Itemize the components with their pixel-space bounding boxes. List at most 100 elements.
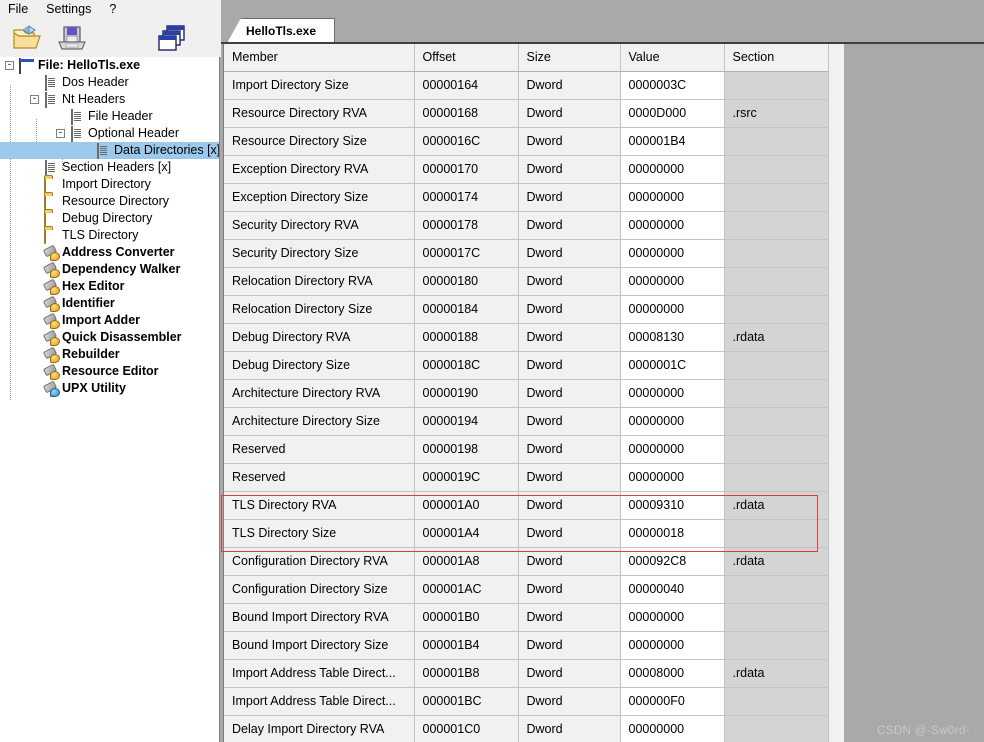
open-file-button[interactable] — [10, 22, 44, 54]
table-row[interactable]: Resource Directory Size 0000016C Dword 0000… — [224, 127, 829, 156]
table-row[interactable]: Configuration Directory Size 000001AC Dwor… — [224, 575, 829, 604]
cell-section — [724, 407, 829, 436]
tree-node[interactable]: Address Converter — [0, 244, 219, 261]
table-row[interactable]: Relocation Directory RVA 00000180 Dword 000… — [224, 267, 829, 296]
tree-node[interactable]: Dependency Walker — [0, 261, 219, 278]
tree-node[interactable]: Identifier — [0, 295, 219, 312]
table-row[interactable]: Bound Import Directory RVA 000001B0 Dword 0… — [224, 603, 829, 632]
save-file-button[interactable] — [55, 22, 89, 54]
cell-value[interactable]: 00000000 — [620, 295, 725, 324]
cell-value[interactable]: 00000000 — [620, 435, 725, 464]
folder-icon — [43, 210, 59, 227]
cell-member: Delay Import Directory RVA — [224, 715, 415, 742]
tree-body: File: HelloTls.exe - Dos Header - Nt Headers… — [0, 57, 219, 397]
tree-node[interactable]: Rebuilder — [0, 346, 219, 363]
tree-node[interactable]: Import Directory — [0, 176, 219, 193]
table-row[interactable]: Exception Directory Size 00000174 Dword 000… — [224, 183, 829, 212]
menu-item-help[interactable]: ? — [100, 0, 125, 19]
column-header-member[interactable]: Member — [224, 44, 415, 72]
tree-node-label: File Header — [88, 109, 153, 123]
tab-hellotls-exe[interactable]: HelloTls.exe — [227, 18, 335, 43]
table-row[interactable]: Import Address Table Direct... 000001B8 Dw… — [224, 659, 829, 688]
cell-value[interactable]: 00000018 — [620, 519, 725, 548]
cell-value[interactable]: 00008130 — [620, 323, 725, 352]
cell-value[interactable]: 00000000 — [620, 183, 725, 212]
tree-node[interactable]: UPX Utility — [0, 380, 219, 397]
tree-node[interactable]: Section Headers [x] — [0, 159, 219, 176]
cell-value[interactable]: 00000000 — [620, 463, 725, 492]
cell-value[interactable]: 00000000 — [620, 631, 725, 660]
cell-value[interactable]: 0000003C — [620, 71, 725, 100]
table-row[interactable]: Exception Directory RVA 00000170 Dword 0000… — [224, 155, 829, 184]
tree-node[interactable]: Hex Editor — [0, 278, 219, 295]
cell-value[interactable]: 0000001C — [620, 351, 725, 380]
cell-value[interactable]: 00000040 — [620, 575, 725, 604]
tree-node[interactable]: TLS Directory — [0, 227, 219, 244]
tree-node-label: Resource Editor — [62, 364, 159, 378]
menu-item-settings[interactable]: Settings — [37, 0, 100, 19]
table-row[interactable]: Import Directory Size 00000164 Dword 000000… — [224, 71, 829, 100]
cell-member: Bound Import Directory RVA — [224, 603, 415, 632]
column-header-section[interactable]: Section — [724, 44, 829, 72]
tree-node[interactable]: Quick Disassembler — [0, 329, 219, 346]
table-row[interactable]: Configuration Directory RVA 000001A8 Dword… — [224, 547, 829, 576]
tree-node[interactable]: Dos Header — [0, 74, 219, 91]
table-row[interactable]: Debug Directory Size 0000018C Dword 0000001… — [224, 351, 829, 380]
table-row[interactable]: Resource Directory RVA 00000168 Dword 0000D… — [224, 99, 829, 128]
cell-value[interactable]: 000000F0 — [620, 687, 725, 716]
table-row[interactable]: Reserved 0000019C Dword 00000000 — [224, 463, 829, 492]
table-header-row: Member Offset Size Value Section — [224, 44, 829, 72]
column-header-size[interactable]: Size — [518, 44, 621, 72]
table-row[interactable]: Security Directory Size 0000017C Dword 0000… — [224, 239, 829, 268]
cell-value[interactable]: 00000000 — [620, 267, 725, 296]
cell-value[interactable]: 00000000 — [620, 239, 725, 268]
table-row[interactable]: Architecture Directory RVA 00000190 Dword 0… — [224, 379, 829, 408]
table-row[interactable]: Reserved 00000198 Dword 00000000 — [224, 435, 829, 464]
tree-node[interactable]: - Optional Header — [0, 125, 219, 142]
cell-value[interactable]: 00000000 — [620, 715, 725, 742]
table-row[interactable]: Debug Directory RVA 00000188 Dword 00008130… — [224, 323, 829, 352]
cascade-windows-button[interactable] — [155, 22, 189, 54]
cell-value[interactable]: 000001B4 — [620, 127, 725, 156]
column-header-offset[interactable]: Offset — [414, 44, 519, 72]
cell-offset: 00000188 — [414, 323, 519, 352]
table-row[interactable]: Delay Import Directory RVA 000001C0 Dword 0… — [224, 715, 829, 742]
cell-offset: 0000016C — [414, 127, 519, 156]
menu-item-file[interactable]: File — [0, 0, 37, 19]
cell-offset: 000001A8 — [414, 547, 519, 576]
column-header-value[interactable]: Value — [620, 44, 725, 72]
tree-node[interactable]: Resource Directory — [0, 193, 219, 210]
tool-icon — [43, 279, 59, 295]
tree-expander-collapse-icon[interactable]: - — [30, 95, 39, 104]
cell-value[interactable]: 00000000 — [620, 603, 725, 632]
tree-node[interactable]: Import Adder — [0, 312, 219, 329]
table-row[interactable]: Relocation Directory Size 00000184 Dword 00… — [224, 295, 829, 324]
table-row[interactable]: TLS Directory Size 000001A4 Dword 00000018 — [224, 519, 829, 548]
cell-value[interactable]: 00000000 — [620, 407, 725, 436]
cell-value[interactable]: 00000000 — [620, 211, 725, 240]
cell-value[interactable]: 00008000 — [620, 659, 725, 688]
tree-node[interactable]: - Nt Headers — [0, 91, 219, 108]
tree-node[interactable]: Data Directories [x] — [0, 142, 219, 159]
cell-member: Resource Directory Size — [224, 127, 415, 156]
tree-node[interactable]: Debug Directory — [0, 210, 219, 227]
tree-node[interactable]: File Header — [0, 108, 219, 125]
tree-expander-collapse-icon[interactable]: - — [56, 129, 65, 138]
cell-value[interactable]: 00000000 — [620, 379, 725, 408]
tree-root-node[interactable]: File: HelloTls.exe - — [0, 57, 219, 74]
tree-expander-collapse-icon[interactable]: - — [5, 61, 14, 70]
cell-section: .rdata — [724, 547, 829, 576]
cell-value[interactable]: 0000D000 — [620, 99, 725, 128]
cell-value[interactable]: 000092C8 — [620, 547, 725, 576]
table-row[interactable]: Bound Import Directory Size 000001B4 Dword… — [224, 631, 829, 660]
table-row[interactable]: Import Address Table Direct... 000001BC Dw… — [224, 687, 829, 716]
data-directories-table-container[interactable]: Member Offset Size Value Section Import … — [223, 44, 844, 742]
table-row[interactable]: Security Directory RVA 00000178 Dword 00000… — [224, 211, 829, 240]
tree-node-label: Hex Editor — [62, 279, 125, 293]
cell-value[interactable]: 00009310 — [620, 491, 725, 520]
table-row[interactable]: Architecture Directory Size 00000194 Dword… — [224, 407, 829, 436]
tree-panel[interactable]: File: HelloTls.exe - Dos Header - Nt Headers… — [0, 57, 220, 742]
cell-value[interactable]: 00000000 — [620, 155, 725, 184]
table-row[interactable]: TLS Directory RVA 000001A0 Dword 00009310 .r… — [224, 491, 829, 520]
tree-node[interactable]: Resource Editor — [0, 363, 219, 380]
